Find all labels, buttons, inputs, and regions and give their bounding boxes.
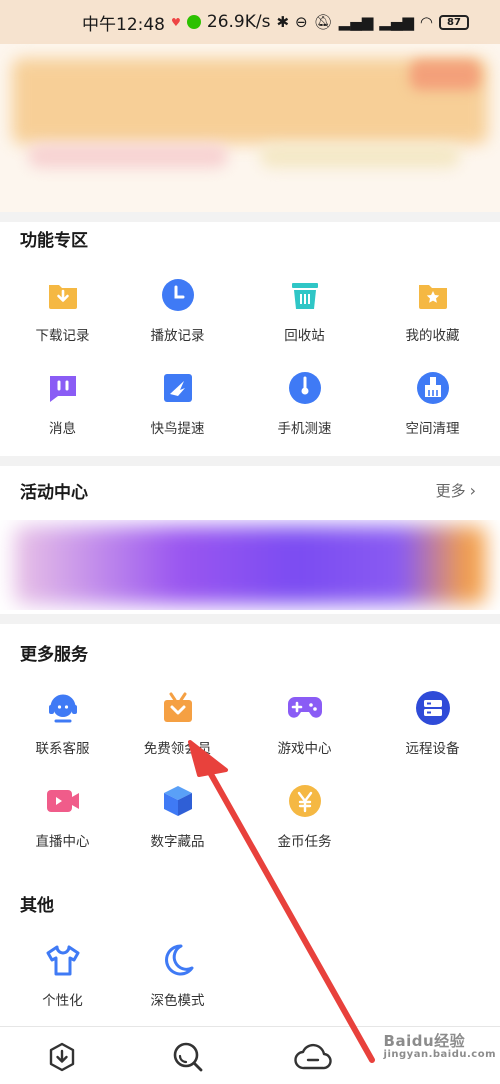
space-cleanup-item[interactable]: 空间清理: [370, 368, 495, 458]
favorites-item[interactable]: 我的收藏: [370, 275, 495, 365]
watermark-subtext: jingyan.baidu.com: [383, 1049, 496, 1060]
yen-coin-icon: [285, 781, 325, 821]
free-vip-item[interactable]: 免费领会员: [115, 688, 240, 778]
coin-tasks-label: 金币任务: [277, 834, 332, 850]
free-vip-label: 免费领会员: [143, 741, 212, 757]
speedometer-icon: [285, 368, 325, 408]
server-icon: [413, 688, 453, 728]
live-center-label: 直播中心: [35, 834, 90, 850]
cube-icon: [158, 781, 198, 821]
speed-test-item[interactable]: 手机测速: [242, 368, 367, 458]
play-history-item[interactable]: 播放记录: [115, 275, 240, 365]
other-section-title: 其他: [20, 896, 54, 916]
status-bar: 中午12:48 ♥ 26.9K/s ✱ ⊖ 🔕︎ ▂▄▆ ▂▄▆ ◠ 87: [0, 0, 500, 44]
bluetooth-icon: ✱: [276, 13, 290, 31]
customer-service-label: 联系客服: [35, 741, 90, 757]
recycle-bin-label: 回收站: [284, 328, 325, 344]
personalize-label: 个性化: [42, 993, 83, 1009]
signal-icon: ▂▄▆: [338, 13, 374, 31]
download-records-item[interactable]: 下载记录: [0, 275, 125, 365]
wifi-icon: ◠: [419, 13, 433, 31]
net-speed: 26.9K/s: [206, 12, 271, 32]
recycle-bin-item[interactable]: 回收站: [242, 275, 367, 365]
chevron-right-icon: ›: [469, 481, 476, 500]
space-cleanup-label: 空间清理: [405, 421, 460, 437]
services-section-title: 更多服务: [20, 645, 88, 665]
heart-icon: ♥: [171, 15, 181, 29]
features-section-title: 功能专区: [20, 231, 88, 251]
blurred-activity-image: [14, 526, 486, 604]
dark-mode-label: 深色模式: [150, 993, 205, 1009]
speedup-item[interactable]: 快鸟提速: [115, 368, 240, 458]
battery-icon: 87: [438, 14, 469, 30]
messages-item[interactable]: 消息: [0, 368, 125, 458]
star-folder-icon: [413, 275, 453, 315]
status-time: 中午12:48: [82, 14, 165, 35]
clock-icon: [158, 275, 198, 315]
moon-icon: [158, 940, 198, 980]
blurred-profile-header: [0, 44, 500, 214]
baidu-watermark: Baidu经验 jingyan.baidu.com: [384, 1030, 496, 1060]
watermark-text: Baidu经验: [383, 1032, 466, 1050]
gift-icon: [158, 688, 198, 728]
play-history-label: 播放记录: [150, 328, 205, 344]
toggle-icon: ⊖: [295, 13, 308, 31]
dark-mode-item[interactable]: 深色模式: [115, 940, 240, 1030]
section-divider: [0, 614, 500, 624]
download-folder-icon: [43, 275, 83, 315]
speedup-label: 快鸟提速: [150, 421, 205, 437]
download-nav-icon[interactable]: [42, 1037, 82, 1077]
activity-more-label: 更多: [435, 482, 466, 500]
personalize-item[interactable]: 个性化: [0, 940, 125, 1030]
blurred-row-right: [260, 144, 460, 168]
headset-icon: [43, 688, 83, 728]
video-camera-icon: [43, 781, 83, 821]
messages-label: 消息: [49, 421, 76, 437]
gamepad-icon: [285, 688, 325, 728]
battery-level: 87: [447, 16, 461, 28]
activity-banner[interactable]: [0, 520, 500, 610]
live-center-item[interactable]: 直播中心: [0, 781, 125, 871]
game-center-label: 游戏中心: [277, 741, 332, 757]
blurred-row-left: [28, 144, 228, 168]
digital-collectibles-label: 数字藏品: [150, 834, 205, 850]
favorites-label: 我的收藏: [405, 328, 460, 344]
search-nav-icon[interactable]: [168, 1037, 208, 1077]
remote-device-label: 远程设备: [405, 741, 460, 757]
bird-icon: [158, 368, 198, 408]
cloud-nav-icon[interactable]: [293, 1037, 333, 1077]
broom-icon: [413, 368, 453, 408]
mute-bell-icon: 🔕︎: [313, 13, 333, 31]
download-records-label: 下载记录: [35, 328, 90, 344]
game-center-item[interactable]: 游戏中心: [242, 688, 367, 778]
activity-more-link[interactable]: 更多 ›: [436, 480, 476, 501]
tshirt-icon: [43, 940, 83, 980]
blurred-banner-badge: [410, 60, 480, 90]
coin-tasks-item[interactable]: 金币任务: [242, 781, 367, 871]
remote-device-item[interactable]: 远程设备: [370, 688, 495, 778]
customer-service-item[interactable]: 联系客服: [0, 688, 125, 778]
section-divider: [0, 212, 500, 222]
trash-icon: [285, 275, 325, 315]
digital-collectibles-item[interactable]: 数字藏品: [115, 781, 240, 871]
section-divider: [0, 456, 500, 466]
speed-test-label: 手机测速: [277, 421, 332, 437]
activity-section-title: 活动中心: [20, 483, 88, 503]
signal-icon-2: ▂▄▆: [379, 13, 414, 31]
wechat-icon: [186, 15, 201, 29]
message-icon: [43, 368, 83, 408]
